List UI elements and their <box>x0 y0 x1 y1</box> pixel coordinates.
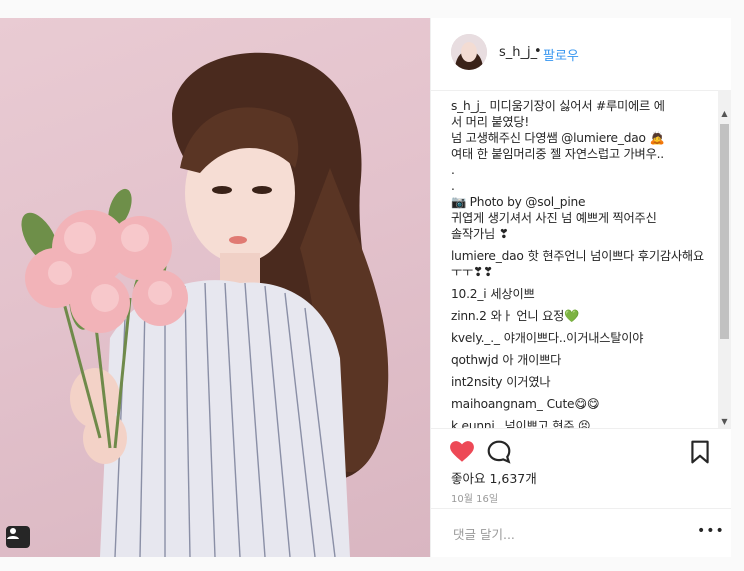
likes-count[interactable]: 좋아요 1,637개 <box>451 468 537 487</box>
comment-text: 와ㅏ 언니 요정💚 <box>490 309 580 323</box>
caption-line: 귀엽게 생기셔서 사진 넘 예쁘게 찍어주신 <box>451 211 657 225</box>
comment-item: qothwjd 아 개이쁘다 <box>451 352 713 368</box>
comment-username[interactable]: 10.2_i <box>451 287 487 301</box>
comment-text: 야개이쁘다..이거내스탈이야 <box>503 331 644 345</box>
post-actions <box>431 428 731 469</box>
caption-line: 솔작가님 ❣ <box>451 227 509 241</box>
comment-text: 아 개이쁘다 <box>502 353 562 367</box>
caption-line: 📷 Photo by @sol_pine <box>451 195 586 209</box>
comment-item: k.eunni_ 넘이쁘고 현주 😣 <box>451 418 713 428</box>
post-caption: s_h_j_ 미디움기장이 싫어서 #루미에르 에 서 머리 붙였당! 넘 고생해… <box>451 98 713 242</box>
comment-username[interactable]: zinn.2 <box>451 309 487 323</box>
person-tag-icon[interactable] <box>6 526 30 548</box>
scroll-up-arrow-icon[interactable]: ▲ <box>718 106 731 120</box>
comment-username[interactable]: k.eunni_ <box>451 419 501 428</box>
add-comment-section: ••• <box>431 508 731 558</box>
caption-line: 넘 고생해주신 다영쌤 @lumiere_dao 🙇 <box>451 131 665 145</box>
comment-item: int2nsity 이거였나 <box>451 374 713 390</box>
comment-username[interactable]: qothwjd <box>451 353 499 367</box>
header-separator: • <box>534 44 542 59</box>
caption-username[interactable]: s_h_j_ <box>451 99 486 113</box>
post-side-panel: s_h_j_ • 팔로우 s_h_j_ 미디움기장이 싫어서 #루미에르 에 서 … <box>430 18 731 557</box>
comment-item: 10.2_i 세상이쁘 <box>451 286 713 302</box>
comment-bubble-icon[interactable] <box>486 439 512 465</box>
comment-username[interactable]: maihoangnam_ <box>451 397 543 411</box>
comment-item: kvely._._ 야개이쁘다..이거내스탈이야 <box>451 330 713 346</box>
comment-text: 세상이쁘 <box>490 287 535 301</box>
post-header: s_h_j_ • 팔로우 <box>431 18 731 91</box>
scrollbar-thumb[interactable] <box>720 124 729 339</box>
comment-text: 넘이쁘고 현주 😣 <box>504 419 591 428</box>
caption-line: 여태 한 붙임머리중 젤 자연스럽고 가벼우.. <box>451 147 664 161</box>
comment-item: zinn.2 와ㅏ 언니 요정💚 <box>451 308 713 324</box>
caption-line: 서 머리 붙였당! <box>451 115 530 129</box>
more-options-icon[interactable]: ••• <box>697 523 725 539</box>
follow-button[interactable]: 팔로우 <box>543 45 579 64</box>
comment-username[interactable]: kvely._._ <box>451 331 500 345</box>
comment-item: lumiere_dao 핫 현주언니 넘이쁘다 후기감사해요 ㅜㅜ❣❣ <box>451 248 713 280</box>
comment-username[interactable]: int2nsity <box>451 375 502 389</box>
avatar[interactable] <box>451 34 487 70</box>
post-photo[interactable] <box>0 18 430 557</box>
bookmark-icon[interactable] <box>687 439 713 465</box>
caption-line: . <box>451 163 455 177</box>
caption-line: . <box>451 179 455 193</box>
comment-text: 이거였나 <box>506 375 551 389</box>
scroll-down-arrow-icon[interactable]: ▼ <box>718 414 731 428</box>
post-date: 10월 16일 <box>451 494 499 505</box>
heart-icon[interactable] <box>449 439 475 465</box>
comment-text: Cute😋😋 <box>546 397 600 411</box>
comments-list[interactable]: s_h_j_ 미디움기장이 싫어서 #루미에르 에 서 머리 붙였당! 넘 고생해… <box>451 98 713 428</box>
caption-line: 미디움기장이 싫어서 #루미에르 에 <box>489 99 665 113</box>
comment-input[interactable] <box>451 523 685 545</box>
comments-scrollbar[interactable]: ▲ ▼ <box>718 90 731 428</box>
comment-item: maihoangnam_ Cute😋😋 <box>451 396 713 412</box>
post-username[interactable]: s_h_j_ <box>499 45 537 60</box>
comment-username[interactable]: lumiere_dao <box>451 249 524 263</box>
